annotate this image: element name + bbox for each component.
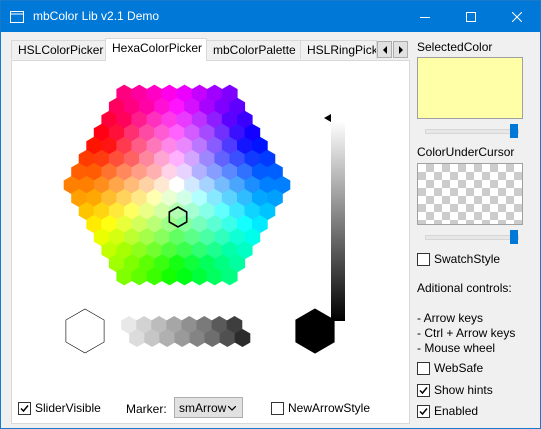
title-bar[interactable]: mbColor Lib v2.1 Demo bbox=[1, 1, 540, 32]
hexagon-color-wheel[interactable] bbox=[63, 84, 291, 286]
websafe-label: WebSafe bbox=[434, 361, 484, 375]
marker-label: Marker: bbox=[126, 402, 167, 416]
color-under-cursor-label: ColorUnderCursor bbox=[417, 145, 515, 159]
websafe-box[interactable] bbox=[417, 362, 430, 375]
additional-controls-line: - Mouse wheel bbox=[417, 341, 496, 355]
white-cell[interactable] bbox=[65, 308, 105, 354]
black-cell[interactable] bbox=[295, 308, 335, 354]
hexa-color-picker-page: SliderVisible Marker: smArrow NewArrowSt… bbox=[11, 60, 410, 424]
gray-scale-cells[interactable] bbox=[121, 316, 251, 347]
tab-label: HSLRingPicker bbox=[307, 43, 377, 57]
tab-label: HSLColorPicker bbox=[18, 43, 104, 57]
brightness-slider-arrow[interactable] bbox=[324, 114, 331, 122]
tab-scroll-right-button[interactable] bbox=[393, 41, 408, 58]
check-icon bbox=[20, 405, 29, 413]
enabled-box[interactable] bbox=[417, 405, 430, 418]
selected-color-swatch bbox=[417, 57, 523, 119]
maximize-icon bbox=[466, 11, 476, 22]
additional-controls-title: Aditional controls: bbox=[417, 281, 512, 295]
window-title: mbColor Lib v2.1 Demo bbox=[33, 9, 160, 23]
tab-scroll-left-button[interactable] bbox=[377, 41, 392, 58]
arrow-left-icon bbox=[382, 45, 387, 54]
minimize-button[interactable] bbox=[402, 1, 448, 32]
close-icon bbox=[512, 11, 522, 22]
chevron-down-icon bbox=[228, 406, 236, 411]
selected-color-label: SelectedColor bbox=[417, 40, 493, 54]
selected-color-alpha-track[interactable] bbox=[425, 129, 519, 134]
swatch-style-box[interactable] bbox=[417, 253, 430, 266]
slider-visible-label: SliderVisible bbox=[35, 401, 101, 415]
maximize-button[interactable] bbox=[448, 1, 494, 32]
additional-controls-line: - Ctrl + Arrow keys bbox=[417, 326, 516, 340]
app-window: mbColor Lib v2.1 Demo HSLColorPicker Hex… bbox=[0, 0, 541, 429]
additional-controls-line: - Arrow keys bbox=[417, 311, 484, 325]
arrow-right-icon bbox=[398, 45, 403, 54]
new-arrow-style-box[interactable] bbox=[271, 402, 284, 415]
tab-hslringpicker[interactable]: HSLRingPicker bbox=[300, 40, 377, 59]
slider-visible-box[interactable] bbox=[18, 402, 31, 415]
tab-strip: HSLColorPicker HexaColorPicker mbColorPa… bbox=[11, 38, 411, 61]
app-icon bbox=[10, 11, 24, 23]
brightness-slider[interactable] bbox=[331, 121, 345, 321]
tab-hexacolorpicker[interactable]: HexaColorPicker bbox=[105, 38, 207, 61]
show-hints-box[interactable] bbox=[417, 384, 430, 397]
cursor-color-alpha-thumb[interactable] bbox=[510, 230, 518, 244]
check-icon bbox=[419, 408, 428, 416]
color-under-cursor-swatch bbox=[417, 163, 523, 225]
client-area: HSLColorPicker HexaColorPicker mbColorPa… bbox=[1, 32, 540, 428]
minimize-icon bbox=[420, 16, 430, 18]
tab-mbcolorpalette[interactable]: mbColorPalette bbox=[206, 40, 301, 59]
swatch-style-label: SwatchStyle bbox=[434, 252, 501, 266]
tab-label: mbColorPalette bbox=[213, 43, 296, 57]
hexa-color-picker[interactable] bbox=[12, 61, 409, 423]
selected-color-alpha-thumb[interactable] bbox=[510, 124, 518, 138]
check-icon bbox=[419, 387, 428, 395]
cursor-color-alpha-track[interactable] bbox=[425, 235, 519, 240]
tab-hslcolorpicker[interactable]: HSLColorPicker bbox=[11, 40, 106, 59]
tab-label: HexaColorPicker bbox=[112, 41, 203, 55]
enabled-label: Enabled bbox=[434, 404, 479, 418]
close-button[interactable] bbox=[494, 1, 540, 32]
show-hints-label: Show hints bbox=[434, 383, 493, 397]
marker-combobox[interactable]: smArrow bbox=[174, 397, 243, 418]
marker-value: smArrow bbox=[179, 401, 227, 415]
new-arrow-style-label: NewArrowStyle bbox=[288, 401, 371, 415]
